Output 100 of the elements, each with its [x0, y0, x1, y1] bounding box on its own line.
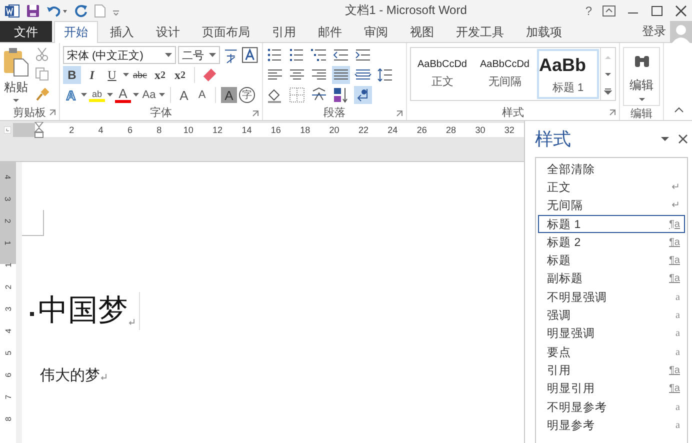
ruler-number: 26 — [416, 125, 428, 135]
dialog-launcher-icon[interactable] — [252, 110, 259, 117]
style-gallery-item[interactable]: AaBbCcDd 正文 — [412, 49, 472, 99]
caret-icon — [81, 93, 87, 97]
collapse-ribbon-icon[interactable] — [674, 106, 684, 114]
underline-button[interactable]: U — [103, 66, 121, 84]
tab[interactable]: 开始 — [54, 21, 98, 43]
paragraph-mark-icon[interactable] — [354, 86, 372, 104]
ruler-number: 22 — [357, 125, 370, 135]
bold-button[interactable]: B — [63, 66, 81, 84]
style-list-item[interactable]: 标题 2 ¶a — [538, 233, 685, 252]
style-list-item[interactable]: 全部清除 — [538, 160, 685, 178]
redo-icon[interactable] — [74, 4, 88, 18]
ruler-number: 24 — [386, 125, 399, 135]
ruler-number: 28 — [445, 125, 458, 135]
line-spacing-icon[interactable] — [376, 66, 394, 84]
help-button[interactable]: ? — [585, 4, 592, 18]
tab[interactable]: 设计 — [146, 21, 190, 42]
style-list-item[interactable]: 明显引用 ¶a — [538, 380, 685, 398]
grow-button[interactable]: A — [176, 86, 192, 104]
clipboard-icon — [3, 47, 29, 77]
enclose-button[interactable]: 字 — [239, 87, 255, 103]
shade-button[interactable]: A — [221, 87, 237, 103]
shrink-button[interactable]: A — [194, 86, 210, 104]
style-list-item[interactable]: 无间隔 ↵ — [538, 196, 685, 215]
ruler-number: 6 — [2, 372, 14, 378]
style-list-item[interactable]: 强调 a — [538, 306, 685, 325]
close-icon[interactable] — [674, 4, 688, 16]
style-list-item[interactable]: 引用 ¶a — [538, 361, 685, 380]
paste-button[interactable]: 粘贴 — [3, 45, 29, 104]
brush-icon[interactable] — [35, 87, 49, 101]
scissors-icon[interactable] — [35, 47, 49, 61]
caret-icon — [638, 97, 646, 103]
style-list-item[interactable]: 要点 a — [538, 342, 685, 362]
multilevel-list-icon[interactable] — [310, 46, 328, 64]
pane-title: 样式 — [535, 128, 572, 151]
character-border-icon[interactable] — [241, 46, 259, 64]
ruler-number: 10 — [182, 125, 194, 135]
sign-in-link[interactable]: 登录 — [638, 21, 670, 42]
italic-button[interactable]: I — [83, 66, 101, 84]
tab[interactable]: 视图 — [400, 21, 444, 42]
ruler-number: 1 — [2, 240, 14, 246]
close-icon[interactable] — [678, 134, 688, 144]
style-list-item[interactable]: 不明显参考 a — [538, 398, 685, 416]
dialog-launcher-icon[interactable] — [609, 109, 616, 116]
undo-icon[interactable] — [46, 4, 68, 18]
tab[interactable]: 邮件 — [308, 21, 352, 42]
style-list-item[interactable]: 副标题 ¶a — [538, 270, 685, 288]
paragraph-mark-icon — [100, 373, 108, 381]
strike-button[interactable]: abc — [131, 66, 149, 84]
style-list-item[interactable]: 明显强调 a — [538, 324, 685, 343]
style-type-icon: a — [676, 420, 680, 431]
ruler-margin — [13, 123, 35, 137]
ruler-number: 3 — [2, 306, 14, 312]
ruler-number: 6 — [126, 125, 134, 135]
maximize-icon[interactable] — [650, 4, 664, 16]
ruler-number: 18 — [299, 125, 312, 135]
tab[interactable]: 加载项 — [516, 21, 572, 42]
style-list-item[interactable]: 明显参考 a — [538, 416, 685, 434]
save-icon[interactable] — [26, 4, 40, 18]
style-gallery-item[interactable]: AaBbCcDd 无间隔 — [474, 49, 535, 99]
style-type-icon: a — [676, 310, 680, 322]
numbered-list-icon[interactable] — [288, 46, 306, 64]
indent-marker-icon[interactable] — [34, 122, 44, 138]
ruler-number: 4 — [2, 174, 14, 180]
style-list-item[interactable]: 标题 1 ¶a — [538, 214, 685, 234]
dropdown-icon[interactable] — [660, 134, 670, 144]
editing-button[interactable]: 编辑 — [623, 47, 660, 106]
ribbon-display-icon[interactable] — [602, 4, 616, 16]
ruler-number: 4 — [97, 125, 104, 135]
dialog-launcher-icon[interactable] — [396, 110, 403, 117]
caret-icon — [123, 73, 129, 77]
sort-icon[interactable] — [332, 86, 350, 104]
style-type-icon: ¶a — [669, 383, 680, 394]
tab[interactable]: 开发工具 — [446, 21, 514, 42]
highlight-button[interactable]: ab — [89, 88, 105, 102]
paragraph-bullet-icon — [30, 312, 34, 316]
style-type-icon: a — [676, 346, 680, 358]
font-name-field[interactable]: 宋体 (中文正文) — [63, 46, 176, 64]
heading-text: 中国梦 — [38, 293, 128, 329]
style-type-icon: ↵ — [672, 182, 680, 193]
style-gallery-item[interactable]: AaBb 标题 1 — [537, 49, 599, 99]
style-list-item[interactable]: 标题 ¶a — [538, 251, 685, 270]
tab[interactable]: 插入 — [100, 21, 144, 42]
style-type-icon: a — [676, 292, 680, 303]
style-list-item[interactable]: 不明显强调 a — [538, 288, 685, 306]
dialog-launcher-icon[interactable] — [49, 109, 56, 116]
font-size-field[interactable]: 二号 — [178, 46, 220, 64]
style-list-item[interactable]: 正文 ↵ — [538, 178, 685, 197]
tab[interactable]: 页面布局 — [192, 21, 260, 42]
case-button[interactable]: Aa — [141, 86, 157, 104]
file-tab[interactable]: 文件 — [0, 21, 52, 42]
tab[interactable]: 引用 — [262, 21, 306, 42]
justify-icon[interactable] — [332, 66, 350, 84]
style-type-icon: a — [676, 402, 680, 412]
color-button[interactable]: A — [115, 87, 131, 103]
group-label: 剪贴板 — [13, 106, 46, 120]
tab[interactable]: 审阅 — [354, 21, 398, 42]
bullet-list-icon[interactable] — [266, 46, 284, 64]
ruler-number: 7 — [2, 394, 14, 400]
